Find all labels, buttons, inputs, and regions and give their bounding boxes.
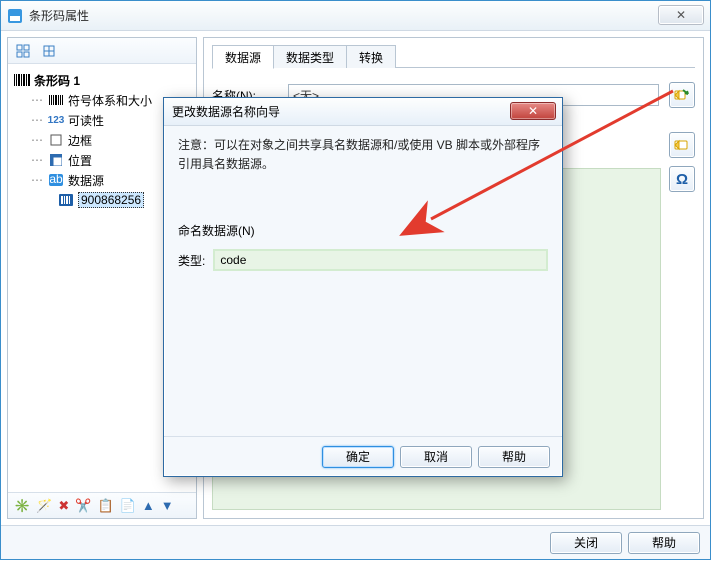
tree-connector-icon: ⋯ (30, 173, 44, 187)
side-buttons: Ω (665, 132, 695, 192)
button-label: 关闭 (574, 534, 598, 551)
copy-icon[interactable]: 📋 (97, 499, 113, 512)
button-label: 帮助 (652, 534, 676, 551)
position-icon (48, 152, 64, 168)
move-down-icon[interactable]: ▼ (161, 499, 174, 512)
dialog-titlebar: 更改数据源名称向导 ✕ (164, 98, 562, 126)
toolbar-expand-button[interactable] (12, 41, 34, 61)
dialog-body: 注意：可以在对象之间共享具名数据源和/或使用 VB 脚本或外部程序 引用具名数据… (164, 126, 562, 436)
tab-label: 转换 (359, 51, 383, 65)
left-bottom-toolbar: ✳️ 🪄 ✖ ✂️ 📋 📄 ▲ ▼ (8, 492, 196, 518)
tree-item-label: 可读性 (68, 112, 104, 129)
side-button-1[interactable] (669, 132, 695, 158)
wizard-icon[interactable]: 🪄 (36, 499, 52, 512)
new-icon[interactable]: ✳️ (14, 499, 30, 512)
dialog-footer: 确定 取消 帮助 (164, 436, 562, 476)
type-input[interactable] (213, 249, 548, 271)
dialog-note: 注意：可以在对象之间共享具名数据源和/或使用 VB 脚本或外部程序 引用具名数据… (178, 136, 548, 174)
dialog-cancel-button[interactable]: 取消 (400, 446, 472, 468)
button-label: 帮助 (502, 448, 526, 465)
tab-transform[interactable]: 转换 (346, 45, 396, 68)
tabs: 数据源 数据类型 转换 (212, 44, 695, 68)
close-icon: ✕ (528, 104, 538, 118)
rename-dialog: 更改数据源名称向导 ✕ 注意：可以在对象之间共享具名数据源和/或使用 VB 脚本… (163, 97, 563, 477)
cut-icon[interactable]: ✂️ (75, 499, 91, 512)
side-button-omega[interactable]: Ω (669, 166, 695, 192)
main-footer: 关闭 帮助 (1, 525, 710, 559)
tab-datatype[interactable]: 数据类型 (273, 45, 347, 68)
tab-datasource[interactable]: 数据源 (212, 45, 274, 69)
svg-text:ab: ab (49, 174, 63, 186)
button-label: 确定 (346, 448, 370, 465)
tree-item-label: 边框 (68, 132, 92, 149)
tree-item-label: 位置 (68, 152, 92, 169)
tag-icon (674, 138, 690, 152)
app-icon (7, 8, 23, 24)
main-titlebar: 条形码属性 ✕ (1, 1, 710, 31)
tree-value-label: 900868256 (78, 192, 144, 208)
dialog-help-button[interactable]: 帮助 (478, 446, 550, 468)
main-title: 条形码属性 (29, 7, 89, 24)
barcode-small-icon (48, 92, 64, 108)
toolbar-collapse-button[interactable] (38, 41, 60, 61)
value-icon (58, 192, 74, 208)
section-label: 命名数据源(N) (178, 222, 548, 239)
close-icon: ✕ (676, 8, 686, 22)
tree-root-label: 条形码 1 (34, 72, 80, 89)
number-icon: 123 (48, 112, 64, 128)
note-line-2: 引用具名数据源。 (178, 157, 274, 171)
move-up-icon[interactable]: ▲ (142, 499, 155, 512)
tree-item-label: 符号体系和大小 (68, 92, 152, 109)
tab-label: 数据类型 (286, 51, 334, 65)
tree-root-barcode[interactable]: 条形码 1 (10, 70, 194, 90)
tree-connector-icon: ⋯ (30, 133, 44, 147)
dialog-title: 更改数据源名称向导 (172, 103, 280, 120)
type-row: 类型: (178, 249, 548, 271)
main-window: 条形码属性 ✕ 条形码 1 (0, 0, 711, 560)
left-toolbar (8, 38, 196, 64)
border-icon (48, 132, 64, 148)
type-label: 类型: (178, 252, 205, 269)
tree-connector-icon: ⋯ (30, 93, 44, 107)
dialog-ok-button[interactable]: 确定 (322, 446, 394, 468)
barcode-icon (14, 72, 30, 88)
dialog-close-button[interactable]: ✕ (510, 102, 556, 120)
note-line-1: 注意：可以在对象之间共享具名数据源和/或使用 VB 脚本或外部程序 (178, 138, 540, 152)
datasource-icon: ab (48, 172, 64, 188)
omega-icon: Ω (676, 171, 688, 188)
tag-edit-icon (674, 88, 690, 102)
window-close-button[interactable]: ✕ (658, 5, 704, 25)
tree-item-label: 数据源 (68, 172, 104, 189)
tab-label: 数据源 (225, 51, 261, 65)
paste-icon[interactable]: 📄 (120, 499, 136, 512)
tree-connector-icon: ⋯ (30, 153, 44, 167)
name-edit-button[interactable] (669, 82, 695, 108)
footer-help-button[interactable]: 帮助 (628, 532, 700, 554)
footer-close-button[interactable]: 关闭 (550, 532, 622, 554)
button-label: 取消 (424, 448, 448, 465)
delete-icon[interactable]: ✖ (58, 499, 69, 512)
tree-connector-icon: ⋯ (30, 113, 44, 127)
